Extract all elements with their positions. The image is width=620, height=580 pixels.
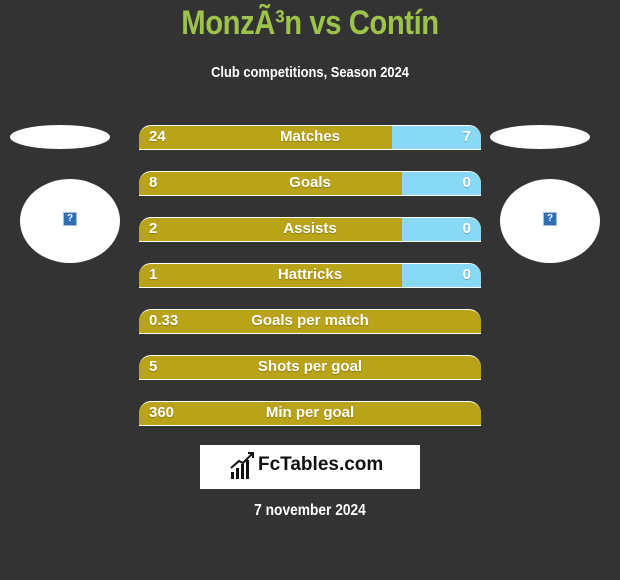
- stat-row: 2 Assists 0: [139, 217, 481, 242]
- stat-label: Goals: [289, 174, 331, 191]
- right-player-photo: ?: [500, 179, 600, 263]
- right-team-badge: [490, 125, 590, 149]
- stat-label: Goals per match: [251, 312, 369, 329]
- right-value: 0: [462, 266, 471, 283]
- fctables-logo[interactable]: FcTables.com: [200, 445, 420, 489]
- stat-label: Hattricks: [277, 266, 343, 283]
- broken-image-icon: ?: [543, 212, 557, 226]
- logo-text: FcTables.com: [258, 454, 384, 475]
- stat-label: Assists: [283, 220, 337, 237]
- date-label: 7 november 2024: [254, 502, 366, 519]
- right-value: 7: [462, 128, 471, 145]
- left-player-photo: ?: [20, 179, 120, 263]
- stat-row: 1 Hattricks 0: [139, 263, 481, 288]
- stat-row: 5 Shots per goal: [139, 355, 481, 380]
- bar-chart-icon: [230, 452, 254, 479]
- stat-label: Matches: [279, 128, 341, 145]
- page-title: MonzÃ³n vs Contín: [181, 4, 439, 42]
- right-value: 0: [462, 220, 471, 237]
- stat-row: 24 Matches 7: [139, 125, 481, 150]
- left-team-badge: [10, 125, 110, 149]
- page-subtitle: Club competitions, Season 2024: [211, 64, 409, 81]
- stat-row: 8 Goals 0: [139, 171, 481, 196]
- broken-image-icon: ?: [63, 212, 77, 226]
- right-value: 0: [462, 174, 471, 191]
- stat-label: Min per goal: [265, 404, 355, 421]
- stat-row: 360 Min per goal: [139, 401, 481, 426]
- stat-row: 0.33 Goals per match: [139, 309, 481, 334]
- stat-label: Shots per goal: [257, 358, 363, 375]
